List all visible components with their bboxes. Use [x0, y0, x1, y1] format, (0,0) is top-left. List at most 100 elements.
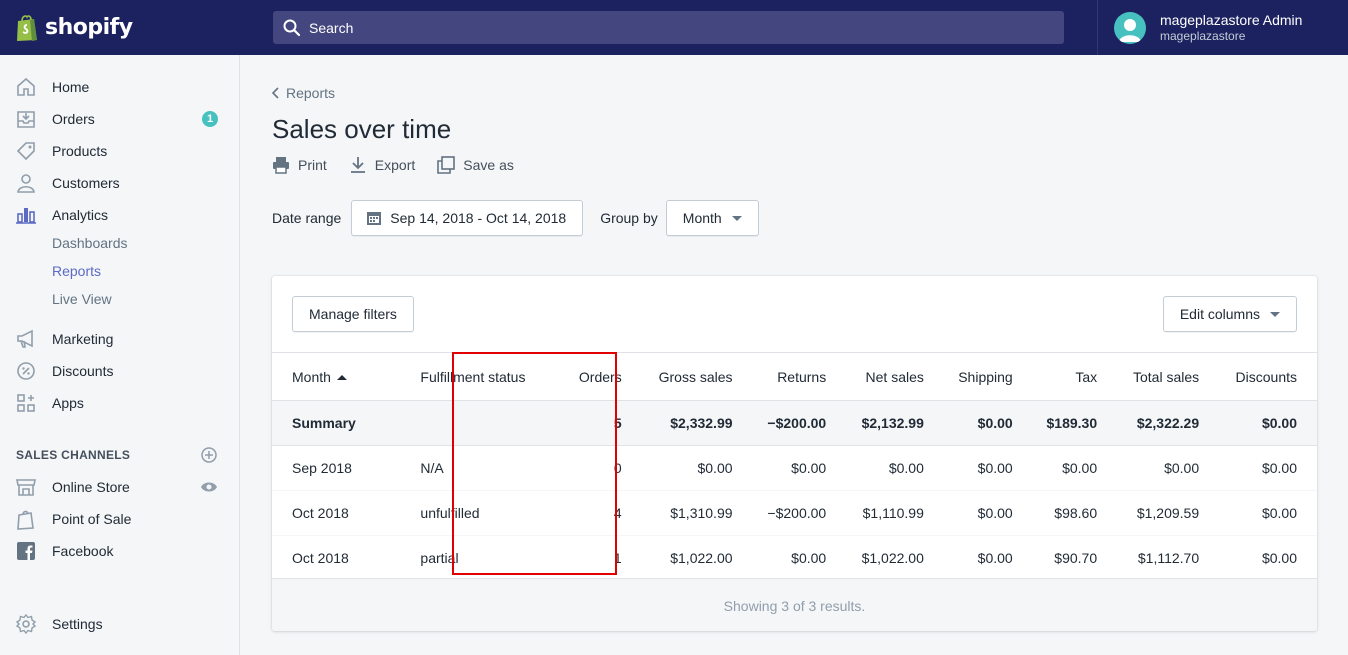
table-cell: $1,022.00	[838, 535, 936, 581]
table-cell: $1,110.99	[838, 490, 936, 536]
column-header-total-sales[interactable]: Total sales	[1109, 352, 1212, 401]
sidebar: Home Orders 1 Products Customers Analyti…	[0, 55, 240, 655]
print-button[interactable]: Print	[272, 156, 327, 174]
table-cell: $0.00	[935, 400, 1025, 446]
report-table: Month Fulfillment status Orders Gross sa…	[272, 352, 1317, 581]
sidebar-item-label: Online Store	[52, 479, 130, 495]
date-range-value: Sep 14, 2018 - Oct 14, 2018	[390, 210, 567, 226]
sidebar-item-apps[interactable]: Apps	[0, 387, 239, 419]
sidebar-item-label: Marketing	[52, 331, 114, 347]
table-cell: $2,332.99	[633, 400, 745, 446]
column-header-orders[interactable]: Orders	[558, 352, 634, 401]
edit-columns-label: Edit columns	[1179, 306, 1260, 322]
sales-channels-title: SALES CHANNELS	[16, 448, 131, 462]
table-cell	[380, 400, 559, 446]
column-header-gross-sales[interactable]: Gross sales	[633, 352, 745, 401]
sidebar-item-home[interactable]: Home	[0, 71, 239, 103]
table-cell: 1	[558, 535, 634, 581]
account-menu[interactable]: mageplazastore Admin mageplazastore	[1097, 0, 1348, 55]
table-cell: $1,209.59	[1109, 490, 1212, 536]
page-title: Sales over time	[272, 114, 452, 144]
sidebar-item-products[interactable]: Products	[0, 135, 239, 167]
manage-filters-label: Manage filters	[309, 306, 397, 322]
summary-row: Summary 5 $2,332.99 −$200.00 $2,132.99 $…	[272, 400, 1317, 446]
shopify-bag-icon	[17, 14, 37, 41]
sidebar-item-label: Analytics	[52, 207, 109, 223]
sidebar-item-point-of-sale[interactable]: Point of Sale	[0, 503, 239, 535]
manage-filters-button[interactable]: Manage filters	[292, 296, 414, 332]
sidebar-item-online-store[interactable]: Online Store	[0, 471, 239, 503]
sidebar-item-label: Customers	[52, 175, 120, 191]
table-cell: $2,132.99	[838, 400, 936, 446]
column-header-tax[interactable]: Tax	[1024, 352, 1110, 401]
download-icon	[350, 157, 365, 173]
sort-ascending-icon	[336, 375, 347, 381]
column-header-fulfillment-status[interactable]: Fulfillment status	[380, 352, 559, 401]
sidebar-item-discounts[interactable]: Discounts	[0, 355, 239, 387]
table-cell: −$200.00	[744, 400, 839, 446]
table-cell: Summary	[272, 400, 381, 446]
table-header-row: Month Fulfillment status Orders Gross sa…	[272, 352, 1317, 401]
sidebar-subitem-label: Dashboards	[52, 235, 128, 251]
sidebar-item-settings[interactable]: Settings	[0, 608, 239, 640]
table-cell: $98.60	[1024, 490, 1110, 536]
add-channel-icon[interactable]	[200, 446, 218, 464]
person-icon	[17, 174, 35, 193]
edit-columns-button[interactable]: Edit columns	[1162, 296, 1297, 332]
date-range-picker[interactable]: Sep 14, 2018 - Oct 14, 2018	[351, 200, 584, 236]
group-by-select[interactable]: Month	[665, 200, 759, 236]
table-cell: 5	[558, 400, 634, 446]
sidebar-subitem-live-view[interactable]: Live View	[0, 285, 239, 313]
caret-down-icon	[731, 215, 742, 221]
sidebar-item-label: Settings	[52, 616, 103, 632]
table-cell: $90.70	[1024, 535, 1110, 581]
search-input[interactable]: Search	[273, 11, 1064, 44]
eye-icon[interactable]	[200, 478, 218, 496]
table-row: Oct 2018 partial 1 $1,022.00 $0.00 $1,02…	[272, 535, 1317, 581]
sidebar-subitem-label: Reports	[52, 263, 102, 279]
save-as-button[interactable]: Save as	[437, 156, 514, 174]
sidebar-item-customers[interactable]: Customers	[0, 167, 239, 199]
table-cell: −$200.00	[744, 490, 839, 536]
table-cell: $0.00	[935, 535, 1025, 581]
table-cell: $189.30	[1024, 400, 1110, 446]
printer-icon	[273, 157, 289, 174]
sidebar-item-label: Apps	[52, 395, 84, 411]
orders-count-badge: 1	[202, 111, 218, 127]
table-cell: $0.00	[1211, 535, 1317, 581]
bar-chart-icon	[16, 208, 36, 224]
sidebar-item-label: Facebook	[52, 543, 114, 559]
breadcrumb[interactable]: Reports	[272, 85, 335, 101]
top-bar: shopify Search mageplazastore Admin mage…	[0, 0, 1348, 55]
table-row: Sep 2018 N/A 0 $0.00 $0.00 $0.00 $0.00 $…	[272, 445, 1317, 491]
table-cell: $1,022.00	[633, 535, 745, 581]
sidebar-item-facebook[interactable]: Facebook	[0, 535, 239, 567]
report-card: Manage filters Edit columns Month Fulfil…	[272, 276, 1317, 631]
table-cell: $2,322.29	[1109, 400, 1212, 446]
sidebar-subitem-dashboards[interactable]: Dashboards	[0, 229, 239, 257]
column-header-net-sales[interactable]: Net sales	[838, 352, 936, 401]
chevron-left-icon	[272, 87, 279, 99]
table-cell: $0.00	[935, 445, 1025, 491]
sidebar-subitem-label: Live View	[52, 291, 112, 307]
sidebar-item-orders[interactable]: Orders 1	[0, 103, 239, 135]
sidebar-item-marketing[interactable]: Marketing	[0, 323, 239, 355]
table-cell: $0.00	[935, 490, 1025, 536]
table-cell: $0.00	[1211, 445, 1317, 491]
table-cell: $0.00	[633, 445, 745, 491]
breadcrumb-link[interactable]: Reports	[286, 85, 335, 101]
table-cell: $0.00	[1211, 490, 1317, 536]
shopify-logo[interactable]: shopify	[0, 0, 240, 55]
orders-icon	[17, 111, 35, 128]
table-cell: $1,112.70	[1109, 535, 1212, 581]
sidebar-subitem-reports[interactable]: Reports	[0, 257, 239, 285]
home-icon	[17, 77, 35, 96]
sidebar-item-label: Home	[52, 79, 90, 95]
column-header-discounts[interactable]: Discounts	[1211, 352, 1317, 401]
column-header-month[interactable]: Month	[272, 352, 381, 401]
sidebar-item-analytics[interactable]: Analytics	[0, 199, 239, 231]
column-header-shipping[interactable]: Shipping	[935, 352, 1025, 401]
export-button[interactable]: Export	[349, 156, 415, 174]
table-cell: Oct 2018	[272, 490, 381, 536]
column-header-returns[interactable]: Returns	[744, 352, 839, 401]
